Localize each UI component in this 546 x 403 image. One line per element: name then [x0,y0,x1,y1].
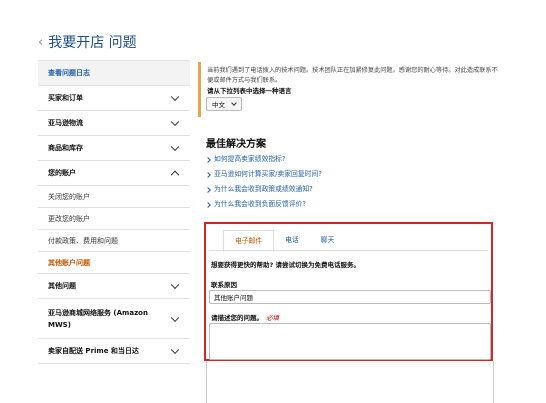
sidebar-item-label: 卖家自配送 Prime 和当日达 [48,347,139,355]
sidebar-item-mws[interactable]: 亚马逊商城网络服务 (Amazon MWS) [38,299,190,339]
sidebar-item-close-account[interactable]: 关闭您的账户 [38,186,190,208]
sidebar-item-label: 关闭您的账户 [48,192,90,201]
contact-form: 电子邮件 电话 聊天 想要获得更快的帮助? 请尝试切换为免费电话服务。 联系原因… [204,222,493,361]
chevron-right-icon [205,156,211,163]
sidebar-item-change-account[interactable]: 更改您的账户 [38,208,190,230]
best-solutions-title: 最佳解决方案 [206,139,266,150]
chevron-down-icon [170,313,180,322]
chevron-down-icon [170,345,180,355]
solution-link[interactable]: 亚马逊如何计算买家/卖家回复时间? [205,167,322,182]
description-label: 请描述您的问题。 必填 [211,312,279,322]
chevron-right-icon [205,171,211,178]
tab-divider [209,250,488,251]
sidebar-item-issue-log[interactable]: 查看问题日志 [38,61,190,86]
sidebar-item-products-inventory[interactable]: 商品和库存 [38,136,190,161]
page-title: 我要开店 问题 [48,35,137,51]
content-border [493,361,494,403]
sidebar-item-seller-fulfilled-prime[interactable]: 卖家自配送 Prime 和当日达 [38,339,190,364]
language-select[interactable]: 中文 [206,97,242,111]
page-header: ‹ 我要开店 问题 [38,32,137,52]
sidebar-item-payment-policy[interactable]: 付款政策、费用和问题 [38,230,190,252]
sidebar-item-label: 查看问题日志 [48,69,90,77]
best-solutions-links: 如何提高卖家绩效指标? 亚马逊如何计算买家/卖家回复时间? 为什么我会收到政策或… [205,152,322,212]
description-textarea[interactable] [209,323,491,360]
sidebar-item-label: 其他账户问题 [48,258,90,267]
notice-message: 当前我们遇到了电话拨入的技术问题。技术团队正在加紧修复此问题。感谢您的耐心等待。… [207,67,498,84]
content-border [206,361,207,403]
chevron-down-icon [170,142,180,152]
sidebar-item-your-account[interactable]: 您的账户 [38,161,190,186]
solution-link[interactable]: 为什么我会收到政策或绩效通知? [205,182,322,197]
contact-reason-field[interactable]: 其他账户问题 [209,290,491,304]
sidebar-item-label: 亚马逊商城网络服务 (Amazon MWS) [48,308,148,329]
sidebar-item-other-issues[interactable]: 其他问题 [38,274,190,299]
required-marker: 必填 [266,314,279,322]
notice-banner: 当前我们遇到了电话拨入的技术问题。技术团队正在加紧修复此问题。感谢您的耐心等待。… [198,62,498,117]
chevron-right-icon [205,186,211,193]
chevron-left-icon[interactable]: ‹ [38,35,43,50]
language-value: 中文 [212,101,225,109]
chevron-down-icon [170,92,180,102]
contact-reason-value: 其他账户问题 [214,294,253,302]
sidebar-item-other-account-issues[interactable]: 其他账户问题 [38,252,190,274]
chevron-down-icon [231,100,237,106]
solution-link[interactable]: 为什么我会收到负面反馈评价? [205,197,322,212]
help-text: 想要获得更快的帮助? 请尝试切换为免费电话服务。 [211,261,361,269]
sidebar: 查看问题日志 买家和订单 亚马逊物流 商品和库存 您的账户 关闭您的账户 更改您… [38,60,190,364]
solution-link[interactable]: 如何提高卖家绩效指标? [205,152,322,167]
sidebar-item-label: 更改您的账户 [48,214,90,223]
sidebar-item-label: 商品和库存 [48,144,83,152]
chevron-down-icon [170,117,180,127]
sidebar-item-label: 买家和订单 [48,94,83,102]
language-label: 请从下拉列表中选择一种语言 [207,87,292,95]
chevron-right-icon [205,201,211,208]
contact-reason-label: 联系原因 [211,281,237,289]
sidebar-item-label: 其他问题 [48,282,76,290]
sidebar-item-buyers-orders[interactable]: 买家和订单 [38,86,190,111]
sidebar-item-label: 亚马逊物流 [48,119,83,127]
sidebar-item-label: 您的账户 [48,169,76,177]
description-label-text: 请描述您的问题。 [211,314,263,322]
sidebar-item-fba[interactable]: 亚马逊物流 [38,111,190,136]
chevron-down-icon [170,280,180,290]
chevron-up-icon [170,170,180,180]
sidebar-item-label: 付款政策、费用和问题 [48,236,118,245]
